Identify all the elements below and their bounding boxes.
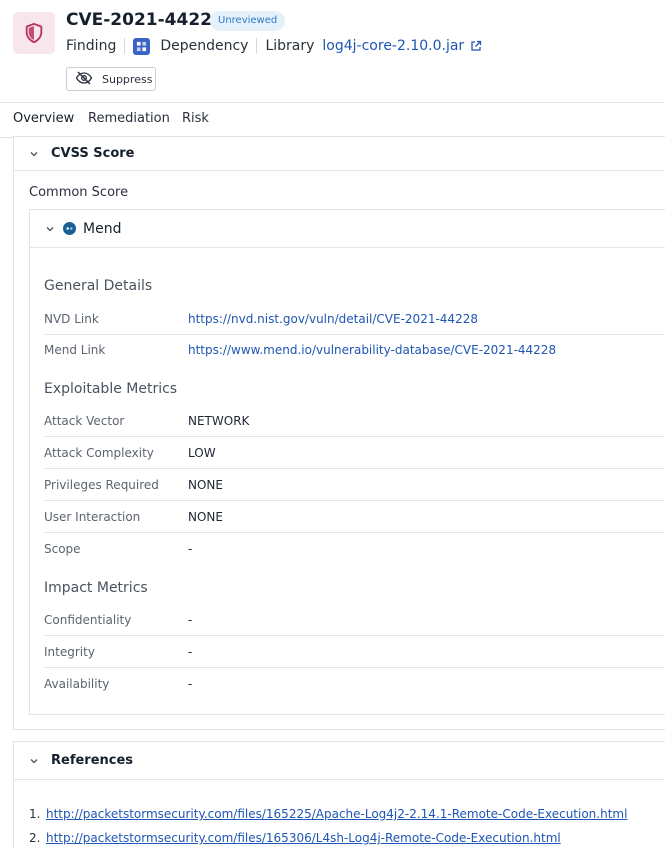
availability-row: Availability -	[44, 668, 665, 700]
confidentiality-row: Confidentiality -	[44, 604, 665, 636]
suppress-label: Suppress	[102, 72, 153, 86]
row-label: Attack Vector	[44, 413, 125, 428]
mend-score-card: Mend General Details NVD Link https://nv…	[29, 209, 665, 715]
tab-risk[interactable]: Risk	[182, 103, 209, 138]
mend-header[interactable]: Mend	[30, 210, 665, 248]
dependency-icon	[133, 37, 151, 55]
privileges-required-row: Privileges Required NONE	[44, 469, 665, 501]
tab-remediation[interactable]: Remediation	[88, 103, 170, 138]
cvss-score-panel: CVSS Score Common Score Mend General Det…	[13, 136, 665, 730]
row-value: -	[188, 542, 193, 556]
row-label: NVD Link	[44, 311, 99, 326]
list-item: 2. http://packetstormsecurity.com/files/…	[29, 826, 627, 848]
impact-metrics-title: Impact Metrics	[44, 580, 148, 596]
row-label: Scope	[44, 542, 81, 556]
divider	[256, 38, 258, 54]
row-value: NETWORK	[188, 413, 250, 428]
user-interaction-row: User Interaction NONE	[44, 501, 665, 533]
row-label: Attack Complexity	[44, 445, 154, 460]
exploitable-metrics-title: Exploitable Metrics	[44, 381, 178, 397]
nvd-link-row: NVD Link https://nvd.nist.gov/vuln/detai…	[44, 303, 665, 335]
finding-category: Dependency	[160, 38, 249, 54]
mend-logo-icon	[63, 222, 76, 235]
list-number: 2.	[29, 831, 41, 845]
mend-link-row: Mend Link https://www.mend.io/vulnerabil…	[44, 334, 665, 366]
row-value: -	[188, 644, 193, 659]
eye-off-icon	[75, 71, 93, 88]
row-label: Mend Link	[44, 343, 106, 357]
list-item: 1. http://packetstormsecurity.com/files/…	[29, 802, 627, 826]
row-label: Privileges Required	[44, 477, 159, 492]
common-score-label: Common Score	[29, 185, 129, 200]
row-value: NONE	[188, 477, 223, 492]
cvss-score-header[interactable]: CVSS Score	[14, 137, 665, 171]
finding-header: CVE-2021-44228 Unreviewed Finding Depend…	[0, 0, 665, 103]
suppress-button[interactable]: Suppress	[66, 67, 156, 91]
row-label: Integrity	[44, 644, 95, 659]
row-label: Availability	[44, 677, 110, 691]
attack-complexity-row: Attack Complexity LOW	[44, 437, 665, 469]
list-number: 1.	[29, 807, 41, 821]
tab-overview[interactable]: Overview	[13, 103, 74, 138]
external-link-icon[interactable]	[470, 40, 482, 52]
chevron-down-icon[interactable]	[45, 224, 55, 234]
attack-vector-row: Attack Vector NETWORK	[44, 405, 665, 437]
score-source: Mend	[83, 220, 122, 237]
finding-meta: Finding Dependency Library log4j-core-2.…	[66, 36, 482, 56]
chevron-down-icon[interactable]	[29, 149, 39, 159]
general-details-title: General Details	[44, 278, 153, 294]
shield-icon	[13, 12, 55, 54]
status-badge: Unreviewed	[210, 11, 286, 31]
row-value: LOW	[188, 445, 216, 460]
references-header[interactable]: References	[14, 742, 665, 780]
mend-link[interactable]: https://www.mend.io/vulnerability-databa…	[188, 343, 556, 357]
library-label: Library	[265, 38, 315, 54]
row-label: Confidentiality	[44, 612, 132, 627]
library-link[interactable]: log4j-core-2.10.0.jar	[322, 38, 464, 54]
reference-link[interactable]: http://packetstormsecurity.com/files/165…	[46, 831, 561, 845]
row-value: NONE	[188, 509, 223, 524]
finding-type: Finding	[66, 38, 117, 54]
reference-link[interactable]: http://packetstormsecurity.com/files/165…	[46, 807, 627, 821]
cvss-score-title: CVSS Score	[51, 146, 135, 161]
nvd-link[interactable]: https://nvd.nist.gov/vuln/detail/CVE-202…	[188, 312, 478, 326]
tab-bar: Overview Remediation Risk	[0, 103, 665, 138]
references-title: References	[51, 753, 134, 768]
integrity-row: Integrity -	[44, 636, 665, 668]
references-panel: References 1. http://packetstormsecurity…	[13, 741, 665, 848]
row-label: User Interaction	[44, 509, 141, 524]
row-value: -	[188, 677, 193, 691]
chevron-down-icon[interactable]	[29, 756, 39, 766]
scope-row: Scope -	[44, 533, 665, 565]
divider	[124, 38, 126, 54]
row-value: -	[188, 612, 193, 627]
references-list: 1. http://packetstormsecurity.com/files/…	[29, 802, 627, 848]
page-title: CVE-2021-44228	[66, 10, 224, 30]
